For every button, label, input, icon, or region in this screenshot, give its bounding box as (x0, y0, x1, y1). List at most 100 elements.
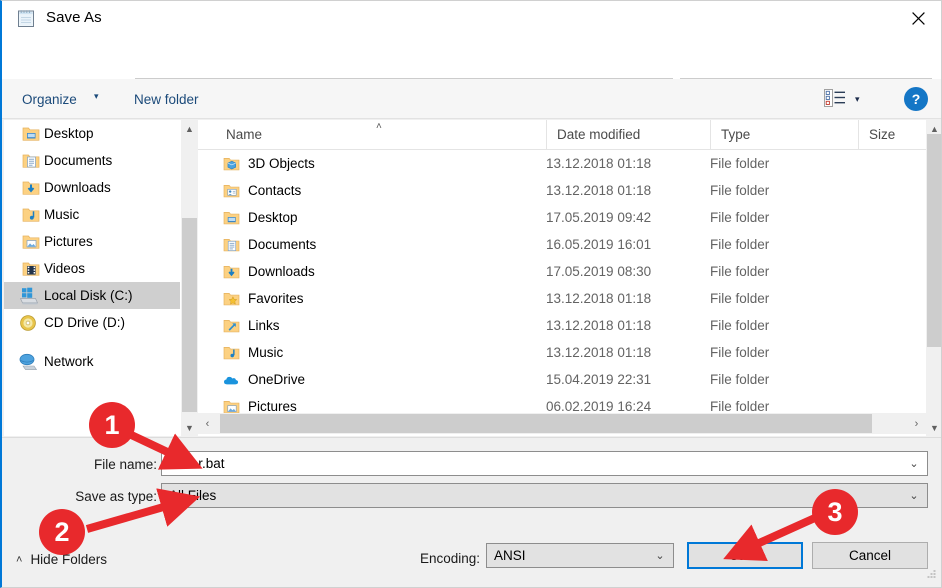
sidebar-item-documents[interactable]: Documents (4, 147, 180, 174)
chevron-up-icon[interactable]: ▲ (181, 120, 198, 137)
column-header-size[interactable]: Size (858, 120, 926, 149)
file-name: Links (248, 318, 280, 333)
sidebar-item-label: Videos (44, 261, 85, 276)
chevron-down-icon[interactable]: ▼ (181, 419, 198, 436)
file-date: 13.12.2018 01:18 (546, 156, 651, 171)
sidebar-item-local-disk-c[interactable]: Local Disk (C:) (4, 282, 180, 309)
sidebar-item-label: Desktop (44, 126, 94, 141)
file-type: File folder (710, 372, 769, 387)
file-list-scrollbar-vertical[interactable]: ▲ ▼ (926, 120, 942, 436)
file-type: File folder (710, 183, 769, 198)
folder-pictures-icon (22, 234, 40, 250)
file-date: 13.12.2018 01:18 (546, 183, 651, 198)
list-view-icon[interactable] (824, 89, 850, 109)
scrollbar-thumb[interactable] (220, 414, 872, 433)
chevron-down-icon[interactable]: ▼ (926, 419, 942, 436)
address-row: ← → ▾ ↑ › This PC › Local Disk (C:) › Us… (2, 37, 942, 79)
file-name: Pictures (248, 399, 297, 414)
hide-folders-label: Hide Folders (30, 552, 107, 567)
chevron-up-icon: ˄ (16, 554, 22, 566)
file-name: 3D Objects (248, 156, 315, 171)
file-name: Music (248, 345, 283, 360)
notepad-icon (16, 8, 37, 29)
resize-grip-icon[interactable] (925, 569, 937, 584)
chevron-down-icon[interactable]: ⌄ (901, 457, 927, 470)
sidebar-item-label: CD Drive (D:) (44, 315, 125, 330)
cd-drive-icon (18, 314, 40, 332)
folder-desktop-icon (223, 210, 240, 225)
table-row[interactable]: Music 13.12.2018 01:18 File folder (198, 339, 926, 366)
file-name: Contacts (248, 183, 301, 198)
encoding-label: Encoding: (402, 551, 480, 566)
sidebar-item-pictures[interactable]: Pictures (4, 228, 180, 255)
table-row[interactable]: Favorites 13.12.2018 01:18 File folder (198, 285, 926, 312)
chevron-down-icon[interactable]: ▾ (94, 91, 99, 102)
file-name-value: folder.bat (169, 456, 225, 471)
column-header-name[interactable]: Name (198, 120, 546, 149)
table-row[interactable]: Documents 16.05.2019 16:01 File folder (198, 231, 926, 258)
file-type: File folder (710, 237, 769, 252)
table-row[interactable]: OneDrive 15.04.2019 22:31 File folder (198, 366, 926, 393)
folder-contacts-icon (223, 183, 240, 198)
save-as-type-label: Save as type: (22, 489, 157, 504)
navigation-pane-scrollbar[interactable]: ▲ ▼ (180, 120, 197, 436)
help-button[interactable]: ? (904, 87, 928, 111)
file-list-scrollbar-horizontal[interactable]: ‹ › (198, 413, 926, 434)
file-date: 17.05.2019 08:30 (546, 264, 651, 279)
sidebar-item-videos[interactable]: Videos (4, 255, 180, 282)
organize-button[interactable]: Organize (22, 89, 77, 110)
hard-drive-icon (18, 287, 40, 305)
sidebar-item-label: Network (44, 354, 94, 369)
encoding-field[interactable]: ANSI ⌄ (486, 543, 674, 568)
table-row[interactable]: Downloads 17.05.2019 08:30 File folder (198, 258, 926, 285)
sidebar-item-desktop[interactable]: Desktop (4, 120, 180, 147)
annotation-marker-3: 3 (812, 489, 858, 535)
chevron-left-icon[interactable]: ‹ (198, 413, 217, 434)
file-date: 15.04.2019 22:31 (546, 372, 651, 387)
sidebar-item-cd-drive-d[interactable]: CD Drive (D:) (4, 309, 180, 336)
cancel-button[interactable]: Cancel (812, 542, 928, 569)
folder-documents-icon (223, 237, 240, 252)
sort-ascending-icon: ˄ (376, 121, 382, 132)
table-row[interactable]: Desktop 17.05.2019 09:42 File folder (198, 204, 926, 231)
table-row[interactable]: Links 13.12.2018 01:18 File folder (198, 312, 926, 339)
file-date: 06.02.2019 16:24 (546, 399, 651, 414)
scrollbar-thumb[interactable] (182, 218, 197, 412)
sidebar-item-downloads[interactable]: Downloads (4, 174, 180, 201)
table-row[interactable]: Contacts 13.12.2018 01:18 File folder (198, 177, 926, 204)
onedrive-icon (223, 372, 240, 387)
folder-3dobjects-icon (223, 156, 240, 171)
window-title: Save As (46, 9, 102, 26)
chevron-down-icon[interactable]: ⌄ (901, 489, 927, 502)
network-icon (18, 353, 40, 371)
encoding-value: ANSI (494, 548, 526, 563)
file-name-field[interactable]: folder.bat ⌄ (161, 451, 928, 476)
sidebar-item-network[interactable]: Network (4, 348, 180, 375)
file-date: 13.12.2018 01:18 (546, 291, 651, 306)
scrollbar-thumb[interactable] (927, 134, 942, 347)
sidebar-item-music[interactable]: Music (4, 201, 180, 228)
title-bar: Save As (2, 1, 942, 37)
save-as-dialog: Save As ← → ▾ ↑ › This PC › Local Disk (… (0, 0, 942, 588)
annotation-marker-2: 2 (39, 509, 85, 555)
folder-downloads-icon (223, 264, 240, 279)
file-type: File folder (710, 156, 769, 171)
chevron-right-icon[interactable]: › (907, 413, 926, 434)
save-as-type-value: All Files (169, 488, 216, 503)
close-icon[interactable] (895, 1, 942, 35)
folder-links-icon (223, 318, 240, 333)
sidebar-item-label: Music (44, 207, 79, 222)
table-row[interactable]: 3D Objects 13.12.2018 01:18 File folder (198, 150, 926, 177)
file-name: Downloads (248, 264, 315, 279)
file-name-label: File name: (22, 457, 157, 472)
chevron-down-icon[interactable]: ▾ (855, 94, 860, 105)
file-type: File folder (710, 291, 769, 306)
column-header-type[interactable]: Type (710, 120, 858, 149)
sidebar-item-label: Pictures (44, 234, 93, 249)
column-header-date-modified[interactable]: Date modified (546, 120, 710, 149)
new-folder-button[interactable]: New folder (134, 89, 199, 110)
chevron-down-icon[interactable]: ⌄ (647, 549, 673, 562)
file-name: Favorites (248, 291, 304, 306)
save-button[interactable]: Save (687, 542, 803, 569)
folder-pictures-icon (223, 399, 240, 414)
